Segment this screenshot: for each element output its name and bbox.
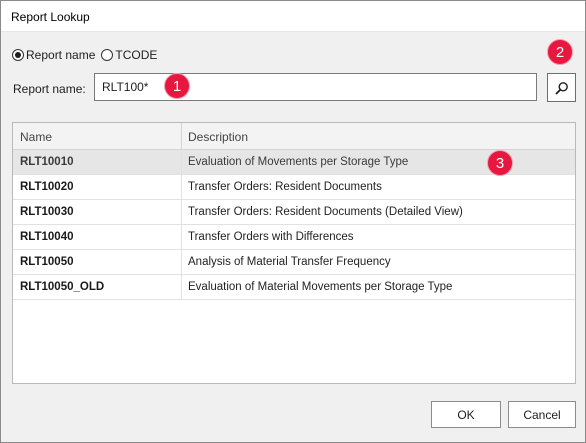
column-header-description[interactable]: Description: [182, 123, 575, 149]
radio-report-name[interactable]: [12, 49, 24, 61]
row-description-cell: Transfer Orders: Resident Documents (Det…: [188, 206, 463, 218]
radio-tcode[interactable]: [101, 49, 114, 61]
row-description-cell: Transfer Orders with Differences: [188, 231, 354, 243]
table-row[interactable]: RLT10050 Analysis of Material Transfer F…: [13, 250, 575, 275]
table-header: Name Description: [13, 123, 575, 150]
table-row[interactable]: RLT10040 Transfer Orders with Difference…: [13, 225, 575, 250]
radio-option-report-name[interactable]: Report name: [12, 48, 95, 62]
callout-badge-2: 2: [547, 39, 573, 65]
report-name-input[interactable]: RLT100*: [94, 73, 537, 101]
search-button[interactable]: [547, 73, 576, 102]
callout-badge-3: 3: [487, 150, 513, 176]
callout-badge-1: 1: [164, 73, 190, 99]
window-title: Report Lookup: [11, 10, 90, 24]
report-lookup-dialog: Report Lookup Report name TCODE Report n…: [0, 0, 586, 443]
row-description-cell: Evaluation of Movements per Storage Type: [188, 156, 409, 168]
title-bar: Report Lookup: [1, 1, 585, 32]
magnifier-icon: [555, 81, 568, 94]
row-name-cell: RLT10050_OLD: [13, 275, 182, 299]
table-row[interactable]: RLT10030 Transfer Orders: Resident Docum…: [13, 200, 575, 225]
radio-option-tcode[interactable]: TCODE: [101, 48, 157, 62]
row-name-cell: RLT10030: [13, 200, 182, 224]
row-name-cell: RLT10010: [13, 150, 182, 174]
table-row[interactable]: RLT10020 Transfer Orders: Resident Docum…: [13, 175, 575, 200]
row-description-cell: Evaluation of Material Movements per Sto…: [188, 281, 453, 293]
column-header-name[interactable]: Name: [13, 123, 182, 149]
table-row[interactable]: RLT10050_OLD Evaluation of Material Move…: [13, 275, 575, 300]
row-name-cell: RLT10020: [13, 175, 182, 199]
radio-label-tcode: TCODE: [115, 48, 158, 62]
cancel-button[interactable]: Cancel: [508, 401, 576, 428]
row-name-cell: RLT10050: [13, 250, 182, 274]
radio-label-report-name: Report name: [26, 48, 96, 62]
search-mode-group: Report name TCODE: [12, 47, 163, 63]
row-description-cell: Analysis of Material Transfer Frequency: [188, 256, 391, 268]
row-description-cell: Transfer Orders: Resident Documents: [188, 181, 382, 193]
report-name-label: Report name:: [13, 82, 86, 96]
ok-button[interactable]: OK: [431, 401, 501, 428]
row-name-cell: RLT10040: [13, 225, 182, 249]
